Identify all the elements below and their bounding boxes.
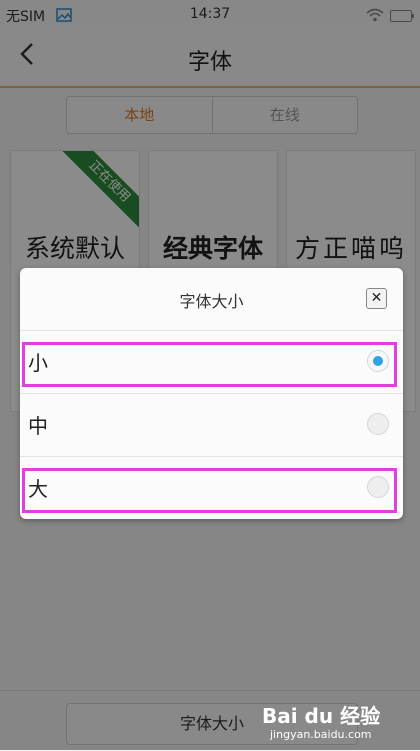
watermark-url: jingyan.baidu.com <box>270 728 372 741</box>
highlight-box-large <box>22 468 397 513</box>
option-label: 中 <box>28 414 48 438</box>
watermark-brand: Bai du 经验 <box>262 704 381 728</box>
close-icon[interactable]: ✕ <box>366 288 387 309</box>
baidu-watermark: Bai du 经验 jingyan.baidu.com <box>262 700 412 745</box>
font-size-dialog: 字体大小 ✕ 小 中 大 <box>20 268 403 519</box>
radio-icon[interactable] <box>367 413 389 435</box>
dialog-title: 字体大小 <box>179 292 244 311</box>
highlight-box-small <box>22 342 397 387</box>
option-medium[interactable]: 中 <box>20 394 403 456</box>
